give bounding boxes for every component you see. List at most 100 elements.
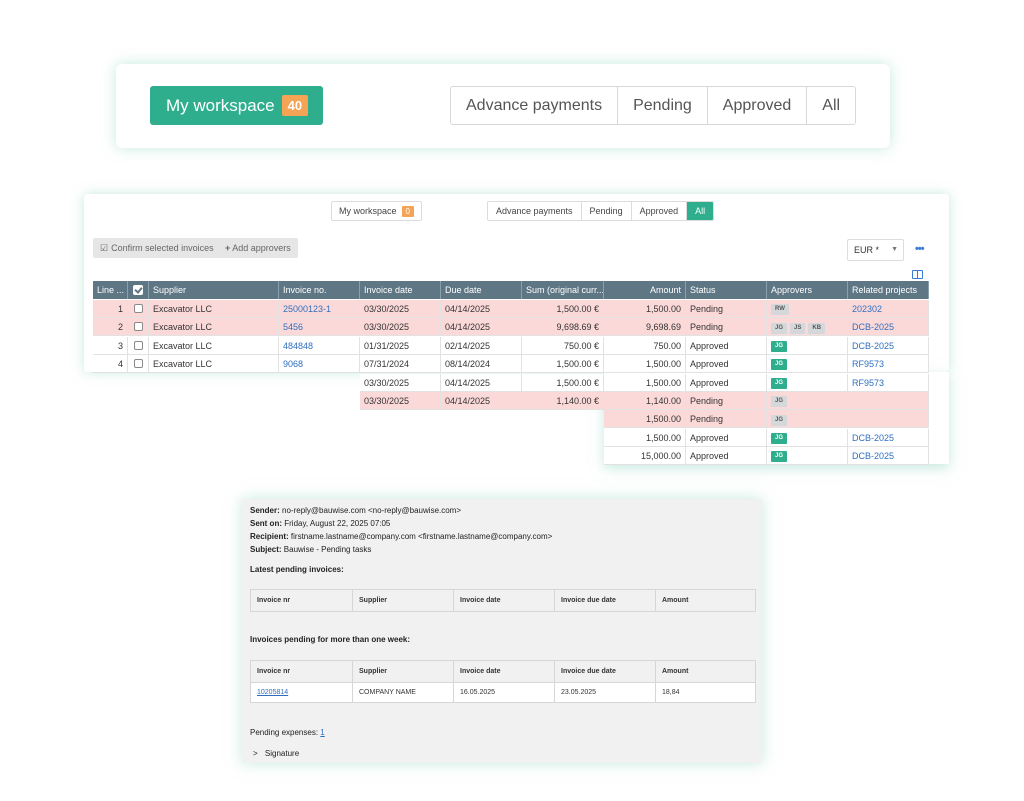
my-workspace-small-label: My workspace <box>339 206 397 216</box>
latest-pending-table: Invoice nr Supplier Invoice date Invoice… <box>250 589 756 612</box>
checkbox-icon <box>134 359 143 369</box>
due-date-cell: 04/14/2025 <box>441 373 522 392</box>
supplier-cell: Excavator LLC <box>149 336 279 355</box>
confirm-selected-invoices-button[interactable]: ☑ Confirm selected invoices <box>93 238 221 258</box>
filter-tabs-small: Advance payments Pending Approved All <box>487 201 715 221</box>
approvers-cell: JG <box>767 447 848 466</box>
project-cell[interactable]: DCB-2025 <box>848 318 929 337</box>
chevron-right-icon: > <box>253 749 258 758</box>
add-approvers-button[interactable]: + Add approvers <box>218 238 298 258</box>
supplier-cell: Excavator LLC <box>149 318 279 337</box>
sum-cell: 1,500.00 € <box>522 373 604 392</box>
invoice-no-cell[interactable]: 484848 <box>279 336 360 355</box>
approver-badge: JS <box>790 322 806 334</box>
project-cell[interactable]: RF9573 <box>848 373 929 392</box>
column-header-project[interactable]: Related projects <box>848 281 929 299</box>
invoice-no-cell[interactable]: 9068 <box>279 355 360 374</box>
amount-cell: 1,140.00 <box>604 392 686 410</box>
tab-small-approved[interactable]: Approved <box>632 202 688 220</box>
amount-cell: 1,500.00 <box>604 355 686 374</box>
approvers-cell: JG JS KB <box>767 318 848 337</box>
status-cell: Approved <box>686 355 767 374</box>
status-cell: Pending <box>686 318 767 337</box>
tab-all[interactable]: All <box>807 87 856 124</box>
tab-small-advance-payments[interactable]: Advance payments <box>488 202 582 220</box>
project-cell[interactable]: DCB-2025 <box>848 336 929 355</box>
th-due-date: Invoice due date <box>554 589 656 612</box>
my-workspace-button[interactable]: My workspace 40 <box>150 86 323 125</box>
signature-label: Signature <box>264 749 300 758</box>
my-workspace-label: My workspace <box>166 95 275 115</box>
my-workspace-button-small[interactable]: My workspace 0 <box>331 201 422 221</box>
week-pending-heading: Invoices pending for more than one week: <box>250 635 410 644</box>
workspace-tabs-card: My workspace 40 Advance payments Pending… <box>116 64 890 148</box>
due-date-cell: 04/14/2025 <box>441 392 522 410</box>
line-cell: 1 <box>93 300 128 318</box>
tab-pending[interactable]: Pending <box>618 87 708 124</box>
approver-badge: KB <box>808 322 826 334</box>
currency-select[interactable]: EUR * ▼ <box>847 239 904 261</box>
latest-pending-heading-text: Latest pending invoices: <box>250 565 344 574</box>
row-checkbox[interactable] <box>128 355 149 374</box>
tab-small-all[interactable]: All <box>687 202 714 220</box>
email-recipient-line: Recipient: firstname.lastname@company.co… <box>250 532 552 541</box>
project-cell[interactable]: DCB-2025 <box>848 428 929 447</box>
row-checkbox[interactable] <box>128 300 149 318</box>
amount-cell: 1,500.00 <box>604 300 686 318</box>
invoice-no-cell[interactable]: 5456 <box>279 318 360 337</box>
status-cell: Pending <box>686 392 767 410</box>
project-cell[interactable] <box>848 410 929 429</box>
column-header-invoice-date[interactable]: Invoice date <box>360 281 441 299</box>
invoice-nr-link[interactable]: 10205814 <box>257 689 288 696</box>
tab-advance-payments[interactable]: Advance payments <box>451 87 619 124</box>
column-header-status[interactable]: Status <box>686 281 767 299</box>
select-all-checkbox[interactable] <box>128 281 149 299</box>
column-header-approvers[interactable]: Approvers <box>767 281 848 299</box>
due-date-cell: 04/14/2025 <box>441 300 522 318</box>
column-header-due-date[interactable]: Due date <box>441 281 522 299</box>
approver-badge: JG <box>771 340 788 352</box>
column-header-amount[interactable]: Amount <box>604 281 686 299</box>
approvers-cell: RW <box>767 300 848 318</box>
workspace-count-badge: 40 <box>281 95 309 116</box>
due-date-cell: 08/14/2024 <box>441 355 522 374</box>
project-cell[interactable]: DCB-2025 <box>848 447 929 466</box>
sender-label: Sender: <box>250 506 280 515</box>
row-checkbox[interactable] <box>128 336 149 355</box>
invoice-date-cell: 03/30/2025 <box>360 318 441 337</box>
tab-approved[interactable]: Approved <box>707 87 808 124</box>
pending-expenses-link[interactable]: 1 <box>320 728 324 737</box>
amount-cell: 1,500.00 <box>604 428 686 447</box>
invoice-no-cell[interactable]: 25000123-1 <box>279 300 360 318</box>
supplier-cell: Excavator LLC <box>149 355 279 374</box>
amount-cell: 15,000.00 <box>604 447 686 466</box>
status-cell: Approved <box>686 428 767 447</box>
columns-icon[interactable] <box>912 270 923 279</box>
approvers-cell: JG <box>767 410 848 429</box>
workspace-small-count-badge: 0 <box>401 205 414 217</box>
sender-value: no-reply@bauwise.com <no-reply@bauwise.c… <box>282 506 462 515</box>
subject-label: Subject: <box>250 545 282 554</box>
more-options-icon[interactable]: ••• <box>915 243 925 255</box>
checkbox-checked-icon <box>133 285 143 295</box>
column-header-sum[interactable]: Sum (original curr... <box>522 281 604 299</box>
checkbox-icon <box>134 340 143 350</box>
column-header-line[interactable]: Line ... <box>93 281 128 299</box>
signature-toggle[interactable]: > Signature <box>253 749 299 758</box>
tab-small-pending[interactable]: Pending <box>582 202 632 220</box>
status-cell: Pending <box>686 410 767 429</box>
email-sender-line: Sender: no-reply@bauwise.com <no-reply@b… <box>250 506 461 515</box>
sent-value: Friday, August 22, 2025 07:05 <box>284 519 391 528</box>
approver-badge: JG <box>771 414 788 426</box>
project-cell[interactable]: 202302 <box>848 300 929 318</box>
line-cell: 2 <box>93 318 128 337</box>
approvers-cell: JG <box>767 392 848 410</box>
approver-badge: JG <box>771 396 788 408</box>
project-cell[interactable] <box>848 392 929 410</box>
invoice-date-cell: 01/31/2025 <box>360 336 441 355</box>
column-header-supplier[interactable]: Supplier <box>149 281 279 299</box>
th-supplier: Supplier <box>352 660 454 683</box>
row-checkbox[interactable] <box>128 318 149 337</box>
column-header-invoice-no[interactable]: Invoice no. <box>279 281 360 299</box>
project-cell[interactable]: RF9573 <box>848 355 929 374</box>
